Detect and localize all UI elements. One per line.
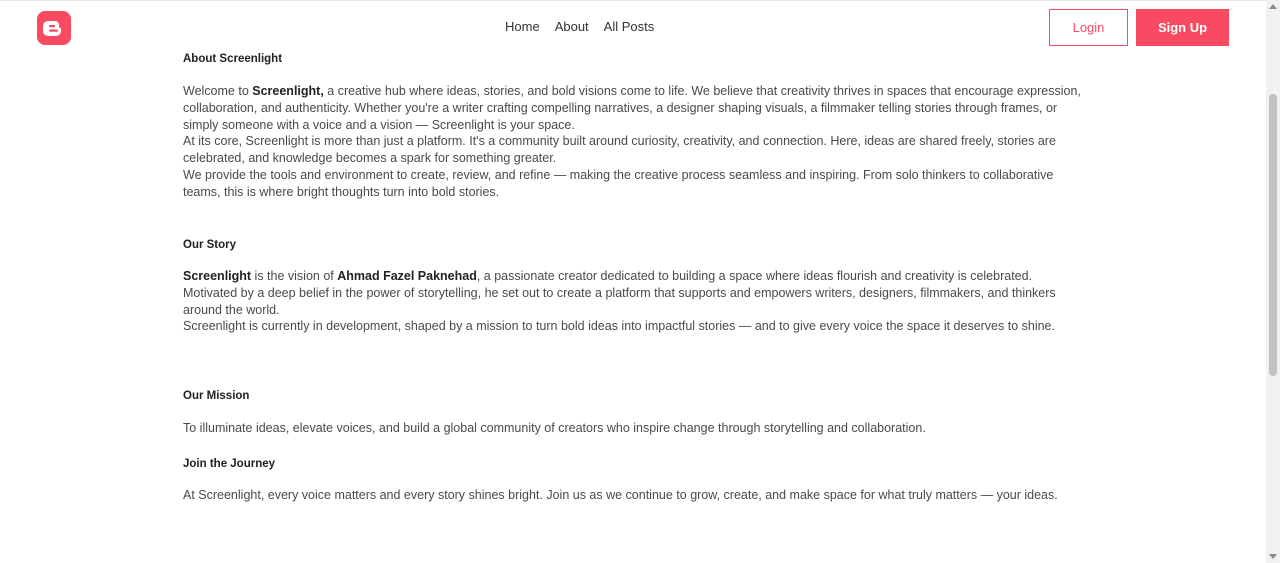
about-heading: About Screenlight <box>183 53 283 65</box>
about-p1-brand: Screenlight, <box>252 84 324 98</box>
site-header: Home About All Posts Login Sign Up <box>0 1 1266 53</box>
nav-home-link[interactable]: Home <box>505 19 540 34</box>
about-paragraph-2: At its core, Screenlight is more than ju… <box>183 134 1056 166</box>
blogger-logo-icon[interactable] <box>37 11 71 45</box>
story-brand: Screenlight <box>183 269 252 283</box>
signup-button[interactable]: Sign Up <box>1136 9 1229 46</box>
story-p1-text: is the vision of <box>251 269 338 283</box>
about-paragraph-3: We provide the tools and environment to … <box>183 167 1054 199</box>
journey-heading: Join the Journey <box>183 458 276 470</box>
story-founder-name: Ahmad Fazel Paknehad <box>337 269 477 283</box>
story-paragraph-2: Screenlight is currently in development,… <box>183 319 1055 334</box>
about-p1-text: Welcome to <box>183 84 253 98</box>
story-heading: Our Story <box>183 239 237 251</box>
about-body: Welcome to Screenlight, a creative hub w… <box>183 83 1083 201</box>
about-paragraph-1: Welcome to Screenlight, a creative hub w… <box>183 83 1083 133</box>
login-button[interactable]: Login <box>1049 9 1128 46</box>
journey-paragraph: At Screenlight, every voice matters and … <box>183 488 1058 502</box>
scroll-up-arrow-icon[interactable] <box>1269 4 1277 9</box>
scrollbar-thumb[interactable] <box>1269 94 1277 376</box>
journey-body: At Screenlight, every voice matters and … <box>183 487 1083 504</box>
page-scrollbar[interactable] <box>1266 0 1280 563</box>
nav-all-posts-link[interactable]: All Posts <box>604 19 655 34</box>
mission-heading: Our Mission <box>183 390 250 402</box>
main-nav: Home About All Posts <box>505 19 654 34</box>
story-paragraph-1: Screenlight is the vision of Ahmad Fazel… <box>183 268 1083 318</box>
story-body: Screenlight is the vision of Ahmad Fazel… <box>183 268 1083 335</box>
nav-about-link[interactable]: About <box>555 19 589 34</box>
scroll-down-arrow-icon[interactable] <box>1269 554 1277 559</box>
mission-paragraph: To illuminate ideas, elevate voices, and… <box>183 421 926 435</box>
mission-body: To illuminate ideas, elevate voices, and… <box>183 420 1083 437</box>
